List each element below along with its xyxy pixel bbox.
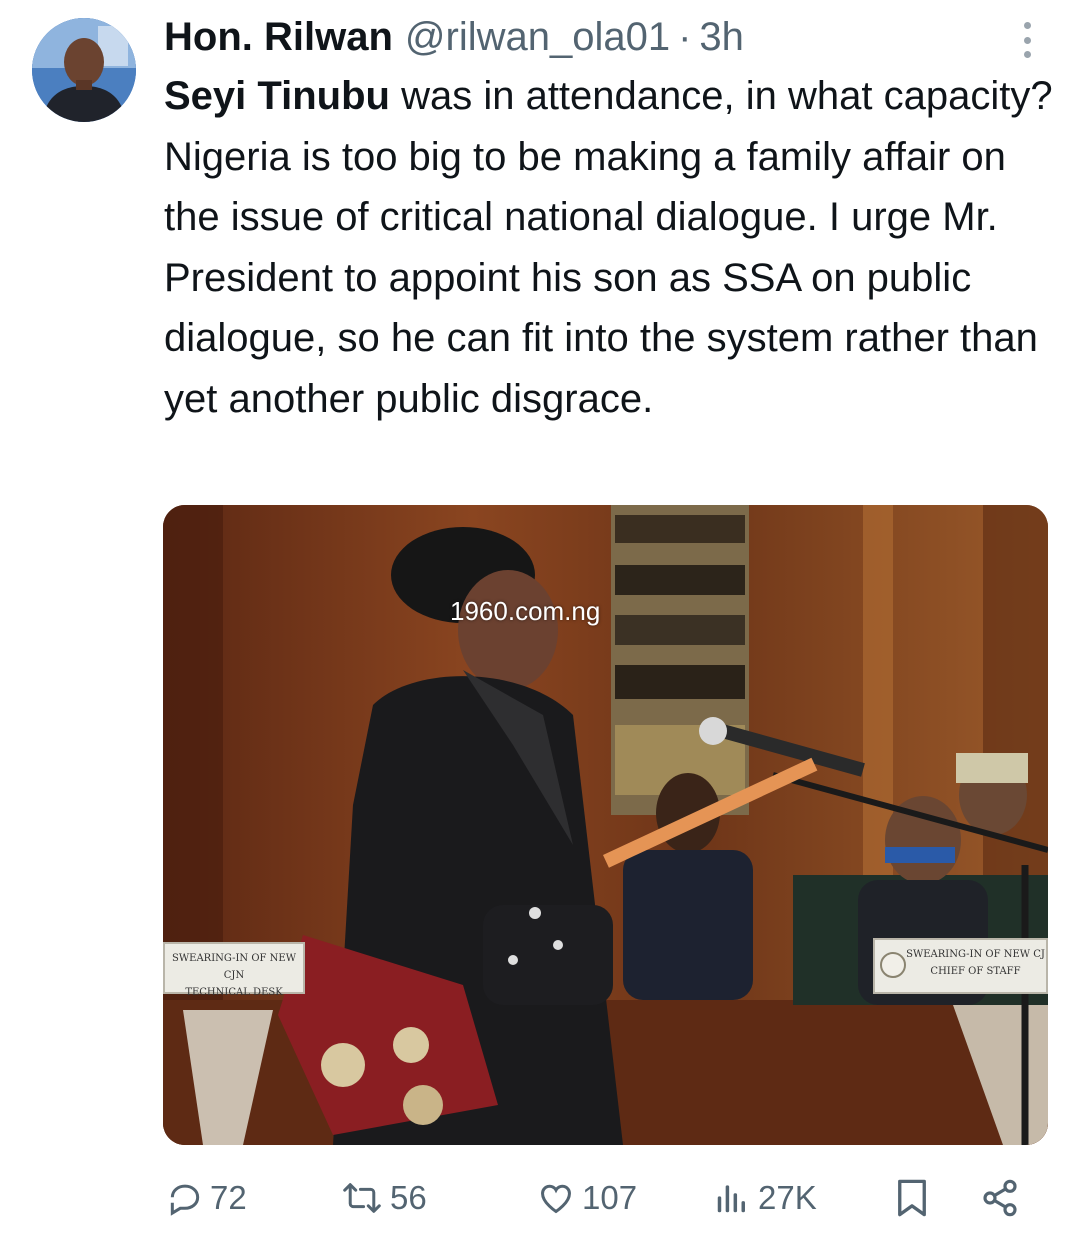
like-count: 107 xyxy=(582,1179,638,1216)
desk-sign-left: SWEARING-IN OF NEW CJN TECHNICAL DESK xyxy=(163,942,305,998)
share-icon xyxy=(980,1178,1020,1218)
mention-text: Seyi Tinubu xyxy=(164,74,390,118)
tweet-text: Seyi Tinubu was in attendance, in what c… xyxy=(164,66,1064,430)
views-count: 27K xyxy=(758,1179,817,1216)
repost-button[interactable]: 56 xyxy=(340,1172,427,1224)
more-icon[interactable] xyxy=(1012,20,1042,60)
display-name[interactable]: Hon. Rilwan xyxy=(164,12,393,62)
like-icon xyxy=(536,1179,576,1217)
bookmark-button[interactable] xyxy=(894,1172,930,1224)
avatar[interactable] xyxy=(32,18,136,122)
reply-button[interactable]: 72 xyxy=(166,1172,247,1224)
reply-count: 72 xyxy=(210,1179,247,1216)
repost-count: 56 xyxy=(390,1179,427,1216)
watermark: 1960.com.ng xyxy=(450,596,601,626)
bookmark-icon xyxy=(894,1177,930,1219)
tweet-body: was in attendance, in what capacity? Nig… xyxy=(164,74,1053,421)
repost-icon xyxy=(340,1179,384,1217)
sign-left-line1: SWEARING-IN OF NEW CJN xyxy=(172,953,296,981)
like-button[interactable]: 107 xyxy=(536,1172,637,1224)
reply-icon xyxy=(166,1179,204,1217)
views-icon xyxy=(712,1179,752,1217)
coat-of-arms-icon xyxy=(880,952,906,978)
sign-right-line2: CHIEF OF STAFF xyxy=(930,966,1021,977)
views-button[interactable]: 27K xyxy=(712,1172,817,1224)
tweet-image[interactable] xyxy=(163,505,1048,1145)
sign-left-line2: TECHNICAL DESK xyxy=(185,987,283,998)
share-button[interactable] xyxy=(980,1172,1020,1224)
sign-right-line1: SWEARING-IN OF NEW CJ xyxy=(906,949,1045,960)
timestamp[interactable]: 3h xyxy=(699,12,744,62)
action-bar: 72 56 107 27K xyxy=(166,1172,1046,1224)
user-handle[interactable]: @rilwan_ola01 xyxy=(405,12,670,62)
separator-dot: · xyxy=(678,15,692,59)
tweet-header: Hon. Rilwan @rilwan_ola01 · 3h xyxy=(164,12,1004,62)
